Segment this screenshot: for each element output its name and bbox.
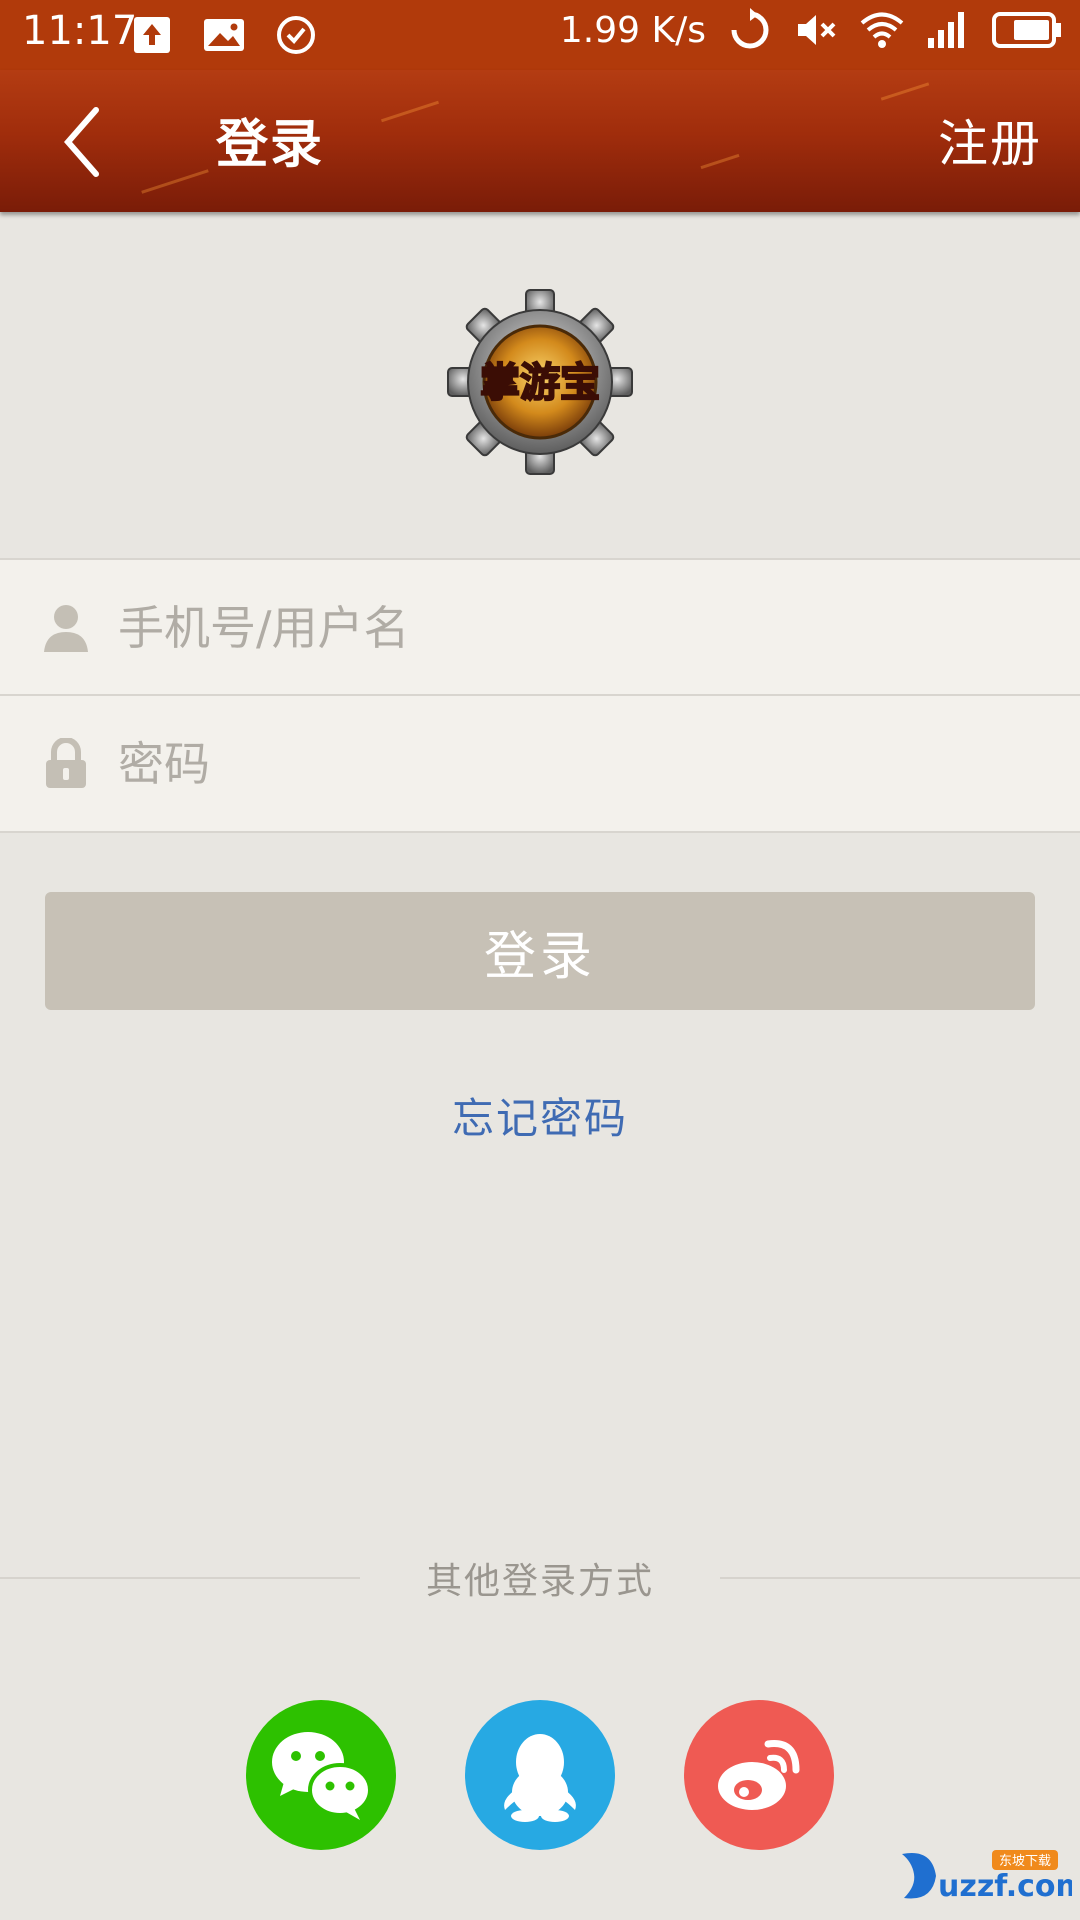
back-button[interactable] <box>52 102 122 182</box>
watermark-logo: uzzf.com 东坡下载 <box>892 1846 1080 1906</box>
qq-penguin-icon <box>504 1734 576 1822</box>
gear-logo-icon: 掌游宝 <box>447 289 633 475</box>
battery-icon <box>992 12 1061 48</box>
logo-text: 掌游宝 <box>480 360 600 406</box>
lock-icon <box>46 738 86 788</box>
forgot-password-link: 忘记密码 <box>0 1085 1080 1146</box>
weibo-login-button[interactable] <box>684 1700 834 1850</box>
status-time: 11:17 <box>22 8 138 54</box>
status-left-icons <box>130 12 318 58</box>
watermark-icon: uzzf.com 东坡下载 <box>902 1850 1080 1904</box>
network-speed: 1.99 K/s <box>559 9 706 51</box>
page-title: 登录 <box>216 115 325 175</box>
forgot-password-label[interactable]: 忘记密码 <box>452 1094 628 1143</box>
user-icon <box>44 605 88 652</box>
header-texture <box>700 153 740 170</box>
password-row <box>0 696 1080 832</box>
header-texture <box>141 169 209 194</box>
upload-icon <box>134 17 170 53</box>
qq-login-button[interactable] <box>465 1700 615 1850</box>
login-button[interactable]: 登录 <box>45 892 1035 1010</box>
header-texture <box>381 100 439 123</box>
image-icon <box>204 19 244 51</box>
signal-icon <box>928 12 964 48</box>
watermark-subtext: 东坡下载 <box>999 1854 1051 1869</box>
status-bar: 11:17 1.99 K/s <box>0 0 1080 70</box>
username-input[interactable] <box>118 584 1018 672</box>
wechat-icon <box>272 1732 372 1820</box>
wifi-icon <box>860 12 904 48</box>
password-input[interactable] <box>118 720 1018 808</box>
mute-icon <box>798 15 836 45</box>
header-texture <box>880 82 930 101</box>
register-button[interactable]: 注册 <box>938 104 1042 176</box>
check-circle-icon <box>277 16 315 54</box>
sync-icon <box>731 8 769 49</box>
username-row <box>0 560 1080 696</box>
other-login-label: 其他登录方式 <box>425 1561 654 1602</box>
app-header: 登录 注册 <box>0 70 1080 212</box>
wechat-login-button[interactable] <box>246 1700 396 1850</box>
watermark-text: uzzf.com <box>938 1869 1072 1904</box>
app-logo: 掌游宝 <box>446 288 634 476</box>
weibo-icon <box>718 1740 800 1810</box>
status-right: 1.99 K/s <box>560 8 1062 52</box>
login-form <box>0 558 1080 833</box>
